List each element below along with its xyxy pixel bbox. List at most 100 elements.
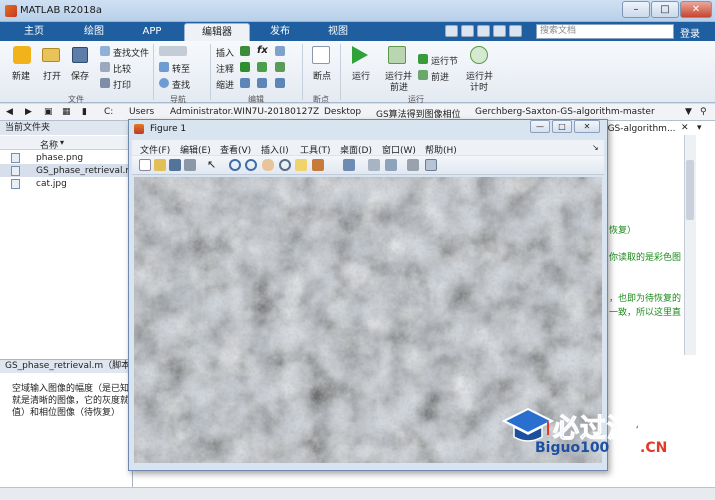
new-button[interactable]: 新建 (12, 69, 30, 82)
menu-tools[interactable]: 工具(T) (300, 143, 331, 156)
insert-button[interactable]: 插入 (216, 46, 234, 59)
tab-publish[interactable]: 发布 (256, 23, 304, 41)
open-button[interactable]: 打开 (43, 69, 61, 82)
advance-button[interactable]: 前进 (431, 70, 449, 83)
run-advance-button-line2: 前进 (390, 83, 409, 93)
run-advance-icon[interactable] (388, 46, 406, 64)
menu-edit[interactable]: 编辑(E) (180, 143, 211, 156)
editor-tab-label[interactable]: -GS-algorithm... (604, 124, 676, 134)
details-title[interactable]: GS_phase_retrieval.m（脚本） (0, 359, 133, 373)
print-figure-icon[interactable] (184, 159, 196, 171)
data-cursor-icon[interactable] (295, 159, 307, 171)
save-figure-icon[interactable] (169, 159, 181, 171)
file-item-phase[interactable]: phase.png (36, 153, 83, 163)
tab-apps[interactable]: APP (128, 23, 176, 41)
find-files-button[interactable]: 查找文件 (113, 46, 149, 59)
find-button[interactable]: 查找 (172, 78, 190, 91)
indent-button[interactable]: 缩进 (216, 78, 234, 91)
run-section-button[interactable]: 运行节 (431, 54, 458, 67)
open-folder-icon[interactable] (42, 48, 60, 62)
figure-close-button[interactable]: ✕ (574, 120, 600, 133)
tab-home[interactable]: 主页 (10, 23, 58, 41)
menu-file[interactable]: 文件(F) (140, 143, 170, 156)
name-column-label[interactable]: 名称 (40, 138, 58, 151)
quick-cut-icon[interactable] (461, 25, 474, 37)
rotate-3d-icon[interactable] (279, 159, 291, 171)
breakpoints-icon[interactable] (312, 46, 330, 64)
zoom-in-icon[interactable] (229, 159, 241, 171)
path-segment[interactable]: C: (104, 107, 113, 117)
pan-icon[interactable] (262, 159, 274, 171)
tab-editor[interactable]: 编辑器 (184, 23, 250, 41)
new-figure-icon[interactable] (139, 159, 151, 171)
save-button[interactable]: 保存 (71, 69, 89, 82)
back-icon[interactable]: ◀ (6, 107, 13, 117)
open-file-icon[interactable] (154, 159, 166, 171)
quick-help-icon[interactable] (509, 25, 522, 37)
tab-plots[interactable]: 绘图 (70, 23, 118, 41)
file-item-cat[interactable]: cat.jpg (36, 179, 67, 189)
tab-view[interactable]: 视图 (314, 23, 362, 41)
path-segment[interactable]: Users (129, 107, 154, 117)
nav-arrows-icon[interactable] (159, 46, 187, 56)
forward-icon[interactable]: ▶ (25, 107, 32, 117)
login-link[interactable]: 登录 (680, 25, 700, 40)
edit-plot-icon[interactable]: ↖ (207, 159, 219, 171)
fx-button[interactable]: fx (257, 45, 268, 56)
run-button[interactable]: 运行 (352, 69, 370, 82)
up-folder-icon[interactable]: ▣ (44, 107, 53, 117)
insert-colorbar-icon[interactable] (368, 159, 380, 171)
new-icon[interactable] (13, 46, 31, 64)
hide-plot-tools-icon[interactable] (407, 159, 419, 171)
link-plot-icon[interactable] (343, 159, 355, 171)
current-folder-title: 当前文件夹 (0, 121, 133, 135)
file-item-gs-script[interactable]: GS_phase_retrieval.m (36, 166, 134, 176)
insert-legend-icon[interactable] (385, 159, 397, 171)
smart-indent-icon[interactable] (240, 78, 250, 88)
comment-icon[interactable] (240, 62, 250, 72)
insert-section-icon[interactable] (240, 46, 250, 56)
sort-arrow-icon[interactable]: ▾ (60, 138, 64, 147)
outdent-icon[interactable] (275, 78, 285, 88)
menu-desktop[interactable]: 桌面(D) (340, 143, 372, 156)
maximize-button[interactable]: □ (651, 1, 679, 18)
edit-tool-icon[interactable] (275, 46, 285, 56)
quick-save-icon[interactable] (445, 25, 458, 37)
indent-icon[interactable] (257, 78, 267, 88)
compare-button[interactable]: 比较 (113, 62, 131, 75)
figure-minimize-button[interactable]: — (530, 120, 550, 133)
menu-help[interactable]: 帮助(H) (425, 143, 457, 156)
brush-icon[interactable] (312, 159, 324, 171)
breakpoints-button[interactable]: 断点 (313, 69, 331, 82)
menu-insert[interactable]: 插入(I) (261, 143, 289, 156)
zoom-out-icon[interactable] (245, 159, 257, 171)
show-plot-tools-icon[interactable] (425, 159, 437, 171)
wrap-comments-icon[interactable] (275, 62, 285, 72)
run-time-icon[interactable] (470, 46, 488, 64)
menubar-dock-icon[interactable]: ↘ (592, 143, 599, 152)
editor-scroll-thumb[interactable] (686, 160, 694, 220)
quick-copy-icon[interactable] (477, 25, 490, 37)
goto-button[interactable]: 转至 (172, 62, 190, 75)
path-segment[interactable]: Administrator.WIN7U-20180127Z (170, 107, 319, 117)
browse-folder-icon[interactable]: ▦ (62, 107, 71, 117)
menu-window[interactable]: 窗口(W) (382, 143, 416, 156)
editor-menu-icon[interactable]: ▾ (697, 123, 702, 133)
path-segment[interactable]: Gerchberg-Saxton-GS-algorithm-master (475, 107, 655, 117)
editor-close-icon[interactable]: ✕ (681, 123, 689, 133)
print-button[interactable]: 打印 (113, 78, 131, 91)
quick-undo-icon[interactable] (493, 25, 506, 37)
name-column-header[interactable] (0, 136, 133, 150)
address-dropdown-icon[interactable]: ▼ (685, 107, 692, 117)
address-search-icon[interactable]: ⚲ (700, 107, 707, 117)
save-icon[interactable] (72, 47, 88, 63)
path-segment[interactable]: Desktop (324, 107, 361, 117)
close-button[interactable]: ✕ (680, 1, 712, 18)
minimize-button[interactable]: – (622, 1, 650, 18)
menu-view[interactable]: 查看(V) (220, 143, 251, 156)
figure-maximize-button[interactable]: □ (552, 120, 572, 133)
search-docs-input[interactable]: 搜索文档 (536, 24, 674, 39)
run-icon[interactable] (352, 46, 368, 64)
comment-button[interactable]: 注释 (216, 62, 234, 75)
uncomment-icon[interactable] (257, 62, 267, 72)
